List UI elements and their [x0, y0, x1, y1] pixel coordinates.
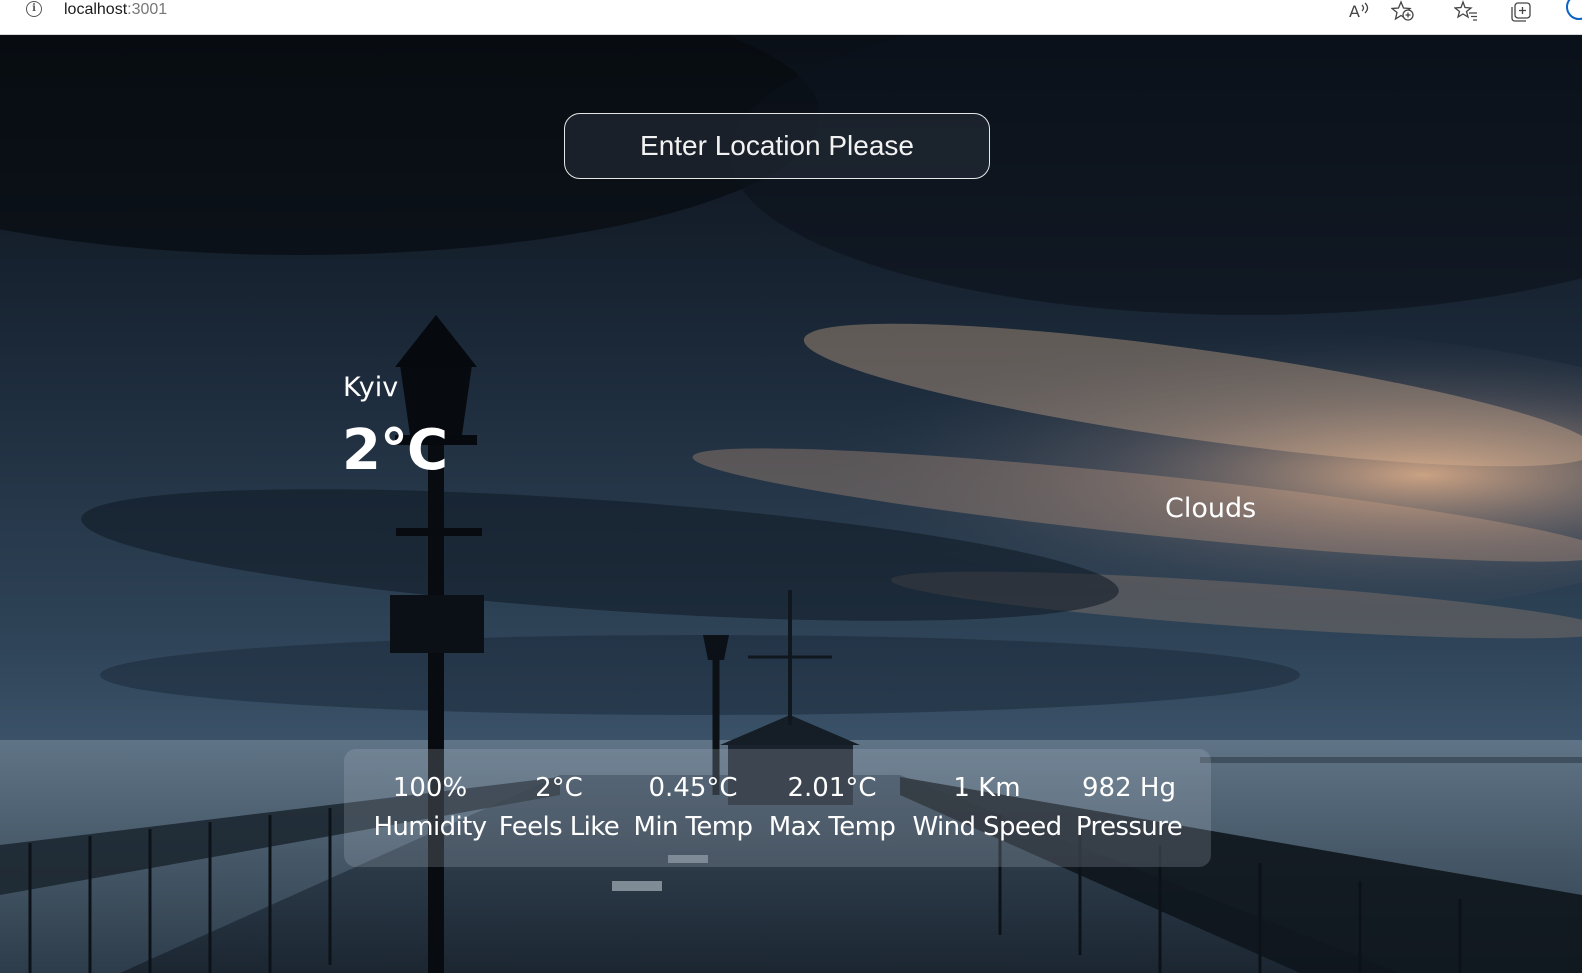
read-aloud-icon[interactable]: A	[1346, 0, 1370, 22]
current-temperature: 2°C	[342, 418, 448, 483]
wind-speed-stat: 1 Km Wind Speed	[906, 749, 1068, 867]
city-name: Kyiv	[343, 372, 399, 403]
feels-like-stat: 2°C Feels Like	[494, 749, 624, 867]
humidity-label: Humidity	[373, 812, 487, 842]
min-temp-stat: 0.45°C Min Temp	[627, 749, 759, 867]
info-icon[interactable]: i	[26, 1, 42, 17]
max-temp-stat: 2.01°C Max Temp	[764, 749, 900, 867]
favorites-icon[interactable]	[1454, 0, 1478, 22]
pressure-stat: 982 Hg Pressure	[1071, 749, 1187, 867]
browser-toolbar: i localhost:3001 A	[0, 0, 1582, 35]
min-temp-label: Min Temp	[633, 812, 753, 842]
address-bar[interactable]: localhost:3001	[64, 0, 167, 20]
add-favorite-icon[interactable]	[1391, 0, 1415, 22]
svg-text:A: A	[1349, 2, 1360, 21]
pressure-label: Pressure	[1075, 812, 1183, 842]
humidity-value: 100%	[392, 773, 468, 803]
collections-icon[interactable]	[1509, 0, 1533, 22]
wind-speed-value: 1 Km	[953, 773, 1021, 803]
profile-icon[interactable]	[1566, 0, 1582, 20]
feels-like-value: 2°C	[535, 773, 583, 803]
weather-details-panel: 100% Humidity 2°C Feels Like 0.45°C Min …	[344, 749, 1211, 867]
weather-description: Clouds	[1165, 493, 1257, 524]
pressure-value: 982 Hg	[1082, 773, 1176, 803]
humidity-stat: 100% Humidity	[362, 749, 498, 867]
location-search-input[interactable]	[564, 113, 990, 179]
max-temp-label: Max Temp	[768, 812, 896, 842]
url-port: :3001	[127, 1, 168, 18]
max-temp-value: 2.01°C	[787, 773, 877, 803]
wind-speed-label: Wind Speed	[912, 812, 1062, 842]
feels-like-label: Feels Like	[498, 812, 620, 842]
min-temp-value: 0.45°C	[648, 773, 738, 803]
url-host: localhost	[64, 1, 128, 18]
